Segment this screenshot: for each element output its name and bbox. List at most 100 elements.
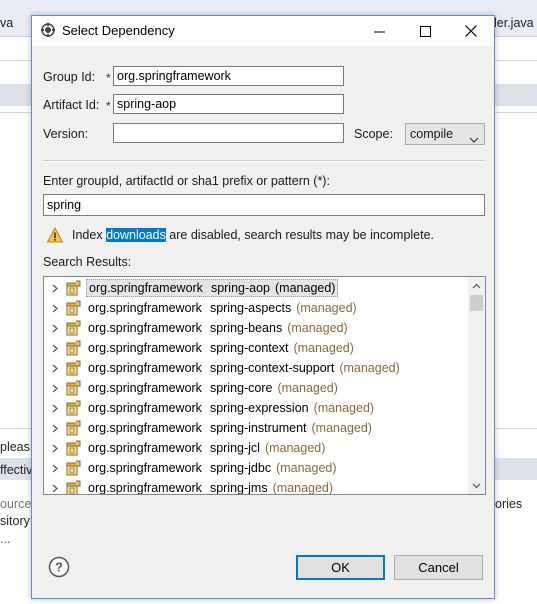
scope-select[interactable]: compile xyxy=(405,123,485,145)
jar-icon xyxy=(65,460,81,479)
result-row[interactable]: org.springframework spring-core (managed) xyxy=(44,378,468,398)
artifact-id-label: Artifact Id: xyxy=(43,98,100,112)
help-button[interactable]: ? xyxy=(48,556,70,578)
jar-icon xyxy=(65,320,81,339)
chevron-right-icon[interactable] xyxy=(52,462,58,476)
result-text: org.springframework spring-instrument (man… xyxy=(86,420,374,436)
version-field[interactable] xyxy=(113,123,344,143)
result-managed-tag: (managed) xyxy=(287,321,348,335)
minimize-button[interactable] xyxy=(356,16,402,46)
result-managed-tag: (managed) xyxy=(275,281,336,295)
result-group-id: org.springframework xyxy=(88,321,202,335)
chevron-right-icon[interactable] xyxy=(52,382,58,396)
chevron-right-icon[interactable] xyxy=(52,402,58,416)
result-managed-tag: (managed) xyxy=(311,421,372,435)
maximize-button[interactable] xyxy=(402,16,448,46)
search-results-label: Search Results: xyxy=(43,255,132,269)
close-button[interactable] xyxy=(448,16,494,46)
result-group-id: org.springframework xyxy=(88,421,202,435)
group-id-required-marker: * xyxy=(106,71,111,85)
result-managed-tag: (managed) xyxy=(313,401,375,415)
ide-tab-right[interactable]: ler.java xyxy=(494,16,534,30)
chevron-right-icon[interactable] xyxy=(52,302,58,316)
jar-icon xyxy=(65,400,81,419)
result-artifact-id: spring-aspects xyxy=(209,301,292,315)
search-results-list[interactable]: org.springframework spring-aop (managed) or… xyxy=(43,276,486,495)
result-artifact-id: spring-aop xyxy=(210,281,271,295)
search-prompt-label: Enter groupId, artifactId or sha1 prefix… xyxy=(43,174,330,188)
ide-text-effective[interactable]: ffectiv xyxy=(0,463,32,477)
result-text: org.springframework spring-aop (managed) xyxy=(86,279,339,297)
chevron-right-icon[interactable] xyxy=(52,442,58,456)
scroll-thumb[interactable] xyxy=(470,295,483,311)
result-managed-tag: (managed) xyxy=(277,381,338,395)
chevron-right-icon[interactable] xyxy=(52,362,58,376)
chevron-right-icon[interactable] xyxy=(52,342,58,356)
chevron-right-icon[interactable] xyxy=(52,322,58,336)
result-managed-tag: (managed) xyxy=(339,361,400,375)
vertical-scrollbar[interactable] xyxy=(468,277,485,494)
group-id-label: Group Id: xyxy=(43,70,96,84)
search-input[interactable] xyxy=(43,194,485,216)
ide-tab-left[interactable]: va xyxy=(0,16,13,30)
eclipse-dialog-icon xyxy=(41,23,55,37)
chevron-right-icon[interactable] xyxy=(52,422,58,436)
scroll-down-button[interactable] xyxy=(468,477,485,494)
result-managed-tag: (managed) xyxy=(296,301,357,315)
dialog-titlebar[interactable]: Select Dependency xyxy=(32,16,494,46)
result-row[interactable]: org.springframework spring-aspects (manage… xyxy=(44,298,468,318)
help-icon: ? xyxy=(48,556,70,578)
result-row[interactable]: org.springframework spring-beans (managed) xyxy=(44,318,468,338)
select-dependency-dialog: Select Dependency Group Id: * Artifact I… xyxy=(31,15,495,599)
result-row[interactable]: org.springframework spring-jcl (managed) xyxy=(44,438,468,458)
result-group-id: org.springframework xyxy=(88,381,202,395)
result-row[interactable]: org.springframework spring-jms (managed) xyxy=(44,478,468,495)
result-group-id: org.springframework xyxy=(88,301,202,315)
result-row[interactable]: org.springframework spring-expression (man… xyxy=(44,398,468,418)
ide-text-sitory: sitory xyxy=(0,514,30,528)
result-group-id: org.springframework xyxy=(88,361,202,375)
jar-icon xyxy=(65,360,81,379)
maximize-icon xyxy=(419,25,431,37)
result-artifact-id: spring-jdbc xyxy=(209,461,272,475)
result-text: org.springframework spring-jms (managed) xyxy=(86,480,335,495)
ide-text-ories: ories xyxy=(495,497,523,511)
result-artifact-id: spring-jms xyxy=(209,481,268,495)
chevron-up-icon xyxy=(472,283,481,288)
cancel-button[interactable]: Cancel xyxy=(394,555,483,580)
result-artifact-id: spring-instrument xyxy=(209,421,307,435)
result-row[interactable]: org.springframework spring-context-suppor… xyxy=(44,358,468,378)
result-group-id: org.springframework xyxy=(88,481,202,495)
chevron-down-icon xyxy=(469,130,479,150)
result-artifact-id: spring-context xyxy=(209,341,289,355)
group-id-field[interactable] xyxy=(113,66,344,86)
chevron-right-icon[interactable] xyxy=(52,482,58,494)
jar-icon xyxy=(65,480,81,494)
jar-icon xyxy=(65,280,81,299)
result-row[interactable]: org.springframework spring-instrument (man… xyxy=(44,418,468,438)
result-row[interactable]: org.springframework spring-aop (managed) xyxy=(44,278,468,298)
ok-button[interactable]: OK xyxy=(296,555,385,580)
result-managed-tag: (managed) xyxy=(293,341,354,355)
minimize-icon xyxy=(373,31,385,32)
jar-icon xyxy=(65,300,81,319)
result-text: org.springframework spring-context (manage… xyxy=(86,340,356,356)
warning-text-suffix: are disabled, search results may be inco… xyxy=(165,228,435,242)
result-group-id: org.springframework xyxy=(88,341,202,355)
warning-triangle-icon xyxy=(46,226,64,243)
warning-text-highlight: downloads xyxy=(106,228,166,242)
result-row[interactable]: org.springframework spring-jdbc (managed) xyxy=(44,458,468,478)
divider xyxy=(43,160,484,162)
warning-text-prefix: Index xyxy=(72,228,107,242)
result-text: org.springframework spring-jcl (managed) xyxy=(86,440,327,456)
scroll-up-button[interactable] xyxy=(468,277,485,294)
jar-icon xyxy=(65,340,81,359)
result-text: org.springframework spring-context-suppor… xyxy=(86,360,402,376)
version-label: Version: xyxy=(43,127,89,141)
result-row[interactable]: org.springframework spring-context (manage… xyxy=(44,338,468,358)
result-artifact-id: spring-context-support xyxy=(209,361,335,375)
artifact-id-required-marker: * xyxy=(106,99,111,113)
result-group-id: org.springframework xyxy=(88,441,202,455)
artifact-id-field[interactable] xyxy=(113,94,344,114)
chevron-right-icon[interactable] xyxy=(52,282,58,296)
